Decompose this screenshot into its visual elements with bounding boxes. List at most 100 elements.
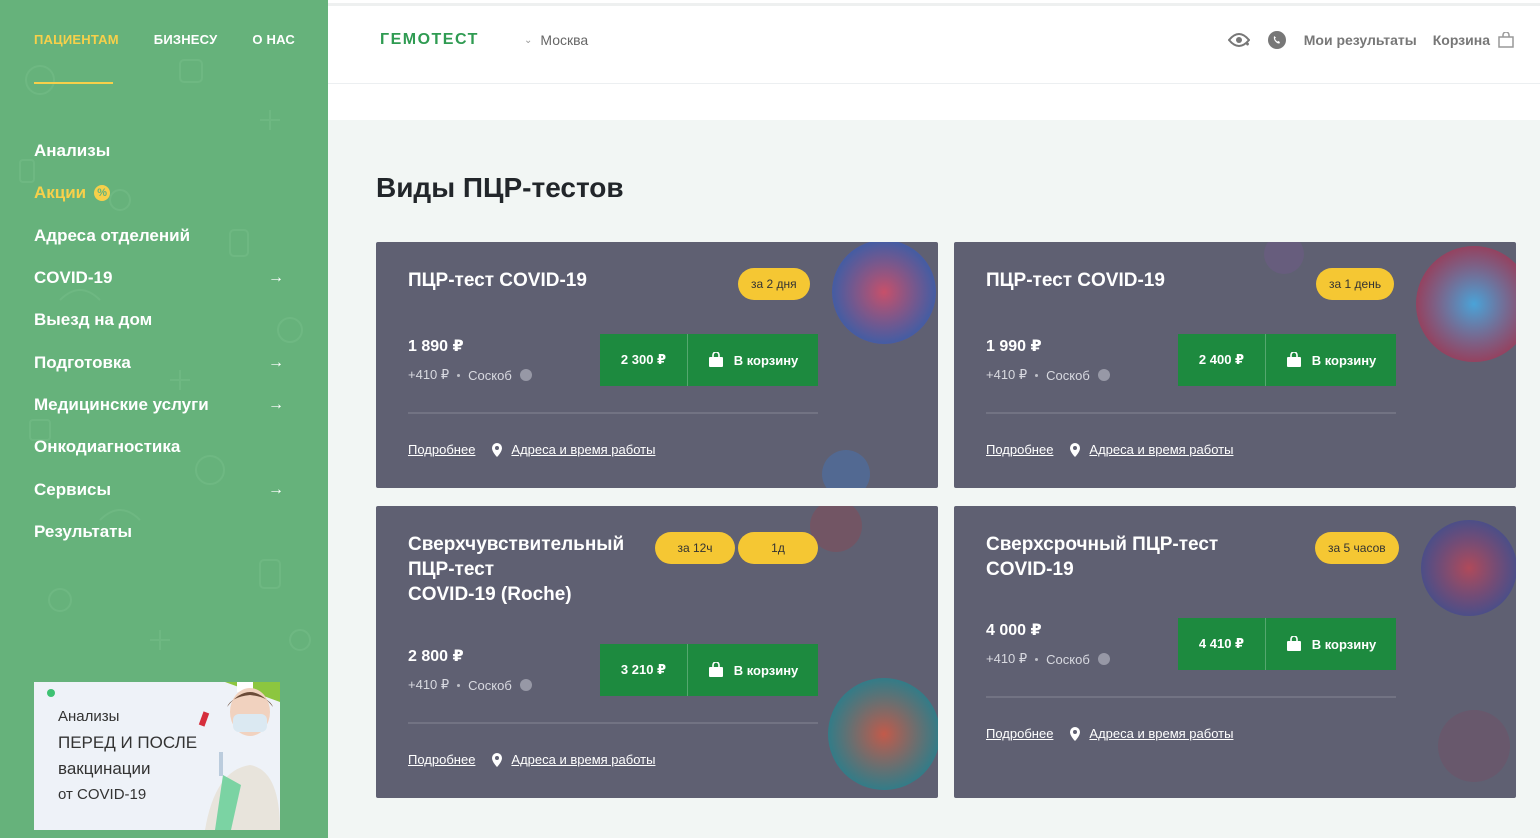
info-icon[interactable] bbox=[519, 679, 532, 691]
cart-button[interactable]: Корзина bbox=[1433, 32, 1514, 48]
sidebar-item-services[interactable]: Сервисы → bbox=[34, 468, 284, 510]
turnaround-badge: 1д bbox=[738, 532, 818, 564]
sidebar-item-label: Медицинские услуги bbox=[34, 394, 209, 414]
pcr-test-card: ПЦР-тест COVID-19 за 1 день 1 990 ₽ +410… bbox=[954, 242, 1516, 488]
card-title-line: Сверхчувствительный bbox=[408, 534, 625, 555]
vaccination-promo-banner[interactable]: Анализы ПЕРЕД И ПОСЛЕ вакцинации от COVI… bbox=[34, 682, 280, 830]
cart-bag-icon bbox=[1286, 352, 1301, 367]
address-link-wrap[interactable]: Адреса и время работы bbox=[491, 442, 655, 457]
sidebar-item-preparation[interactable]: Подготовка → bbox=[34, 341, 284, 383]
nav-about[interactable]: О НАС bbox=[252, 32, 295, 47]
price: 1 990 ₽ bbox=[986, 338, 1042, 355]
header-actions: Мои результаты Корзина bbox=[1227, 29, 1514, 51]
nav-business[interactable]: БИЗНЕСУ bbox=[154, 32, 218, 47]
details-link[interactable]: Подробнее bbox=[408, 442, 475, 457]
sidebar-item-label: Акции bbox=[34, 183, 87, 203]
arrow-right-icon: → bbox=[268, 353, 284, 371]
my-results-link[interactable]: Мои результаты bbox=[1304, 32, 1417, 48]
separator-dot bbox=[457, 683, 461, 687]
price-extra: +410 ₽ Соскоб bbox=[408, 677, 532, 693]
price: 2 800 ₽ bbox=[408, 648, 464, 665]
sidebar-item-results[interactable]: Результаты bbox=[34, 511, 284, 553]
card-title-line: ПЦР-тест bbox=[408, 559, 495, 580]
active-nav-underline bbox=[34, 82, 113, 84]
pcr-test-card: Сверхчувствительный ПЦР-тест COVID-19 (R… bbox=[376, 506, 938, 798]
turnaround-badge: за 12ч bbox=[655, 532, 735, 564]
button-cart: В корзину bbox=[1266, 618, 1396, 670]
turnaround-badge: за 1 день bbox=[1316, 268, 1395, 300]
address-link-wrap[interactable]: Адреса и время работы bbox=[1069, 442, 1233, 457]
cart-bag-icon bbox=[708, 352, 723, 367]
info-icon[interactable] bbox=[1097, 653, 1110, 665]
card-links: Подробнее Адреса и время работы bbox=[408, 442, 655, 457]
badges: за 5 часов bbox=[1315, 532, 1399, 564]
nav-patients[interactable]: ПАЦИЕНТАМ bbox=[34, 32, 119, 47]
add-to-cart-button[interactable]: 2 300 ₽ В корзину bbox=[600, 334, 818, 386]
card-divider bbox=[986, 696, 1396, 698]
cart-bag-icon bbox=[708, 662, 723, 677]
badges: за 12ч 1д bbox=[655, 532, 818, 564]
add-to-cart-button[interactable]: 2 400 ₽ В корзину bbox=[1178, 334, 1396, 386]
sidebar-item-oncodiagnostics[interactable]: Онкодиагностика bbox=[34, 426, 284, 468]
card-title: ПЦР-тест COVID-19 bbox=[408, 268, 587, 293]
details-link[interactable]: Подробнее bbox=[986, 726, 1053, 741]
sidebar-menu: Анализы Акции % Адреса отделений COVID-1… bbox=[34, 130, 284, 553]
header-topline bbox=[328, 3, 1540, 6]
extra-fee: +410 ₽ bbox=[986, 367, 1028, 382]
location-pin-icon bbox=[492, 442, 503, 457]
sidebar-item-covid[interactable]: COVID-19 → bbox=[34, 257, 284, 299]
extra-fee: +410 ₽ bbox=[408, 367, 450, 382]
arrow-right-icon: → bbox=[268, 269, 284, 287]
button-label: В корзину bbox=[1311, 352, 1377, 368]
sidebar: ПАЦИЕНТАМ БИЗНЕСУ О НАС Анализы Акции % … bbox=[0, 0, 328, 838]
add-to-cart-button[interactable]: 3 210 ₽ В корзину bbox=[600, 644, 818, 696]
card-title-line: Сверхсрочный ПЦР-тест bbox=[986, 534, 1219, 555]
sidebar-item-label: Анализы bbox=[34, 141, 111, 161]
sidebar-item-label: Выезд на дом bbox=[34, 310, 153, 330]
city-selector[interactable]: ⌄ Москва bbox=[524, 32, 588, 48]
button-price: 2 300 ₽ bbox=[600, 334, 688, 386]
price: 4 000 ₽ bbox=[986, 622, 1042, 639]
sidebar-item-label: Сервисы bbox=[34, 479, 111, 499]
gemotest-logo[interactable]: ГЕМОТЕСТ bbox=[380, 31, 479, 49]
address-link[interactable]: Адреса и время работы bbox=[1089, 442, 1233, 457]
address-link[interactable]: Адреса и время работы bbox=[1089, 726, 1233, 741]
main-content: Виды ПЦР-тестов ПЦР-тест COVID-19 за 2 д… bbox=[328, 120, 1540, 838]
card-divider bbox=[408, 412, 818, 414]
sidebar-item-promotions[interactable]: Акции % bbox=[34, 172, 284, 214]
card-links: Подробнее Адреса и время работы bbox=[408, 752, 655, 767]
card-links: Подробнее Адреса и время работы bbox=[986, 442, 1233, 457]
price-extra: +410 ₽ Соскоб bbox=[986, 367, 1110, 383]
address-link[interactable]: Адреса и время работы bbox=[511, 752, 655, 767]
button-label: В корзину bbox=[1311, 636, 1377, 652]
address-link-wrap[interactable]: Адреса и время работы bbox=[491, 752, 655, 767]
card-title: Сверхсрочный ПЦР-тест COVID-19 bbox=[986, 532, 1218, 582]
info-icon[interactable] bbox=[1097, 369, 1110, 381]
accessibility-eye-icon[interactable] bbox=[1227, 29, 1250, 51]
address-link-wrap[interactable]: Адреса и время работы bbox=[1069, 726, 1233, 741]
separator-dot bbox=[1035, 657, 1039, 661]
details-link[interactable]: Подробнее bbox=[986, 442, 1053, 457]
sidebar-item-label: Подготовка bbox=[34, 352, 131, 372]
button-cart: В корзину bbox=[688, 334, 818, 386]
chevron-down-icon: ⌄ bbox=[524, 34, 533, 46]
sidebar-item-medical-services[interactable]: Медицинские услуги → bbox=[34, 384, 284, 426]
button-price: 3 210 ₽ bbox=[600, 644, 688, 696]
page-title: Виды ПЦР-тестов bbox=[376, 172, 624, 203]
card-title-line: ПЦР-тест COVID-19 bbox=[408, 270, 587, 291]
pcr-test-card: ПЦР-тест COVID-19 за 2 дня 1 890 ₽ +410 … bbox=[376, 242, 938, 488]
sidebar-item-analyses[interactable]: Анализы bbox=[34, 130, 284, 172]
add-to-cart-button[interactable]: 4 410 ₽ В корзину bbox=[1178, 618, 1396, 670]
sample-method: Соскоб bbox=[468, 367, 512, 383]
sidebar-item-addresses[interactable]: Адреса отделений bbox=[34, 215, 284, 257]
button-cart: В корзину bbox=[688, 644, 818, 696]
card-title-line: ПЦР-тест COVID-19 bbox=[986, 270, 1165, 291]
info-icon[interactable] bbox=[519, 369, 532, 381]
sidebar-item-label: Результаты bbox=[34, 521, 133, 541]
button-label: В корзину bbox=[733, 662, 799, 678]
phone-icon[interactable] bbox=[1266, 29, 1288, 51]
sidebar-item-home-visit[interactable]: Выезд на дом bbox=[34, 299, 284, 341]
details-link[interactable]: Подробнее bbox=[408, 752, 475, 767]
address-link[interactable]: Адреса и время работы bbox=[511, 442, 655, 457]
sample-method: Соскоб bbox=[1046, 367, 1090, 383]
